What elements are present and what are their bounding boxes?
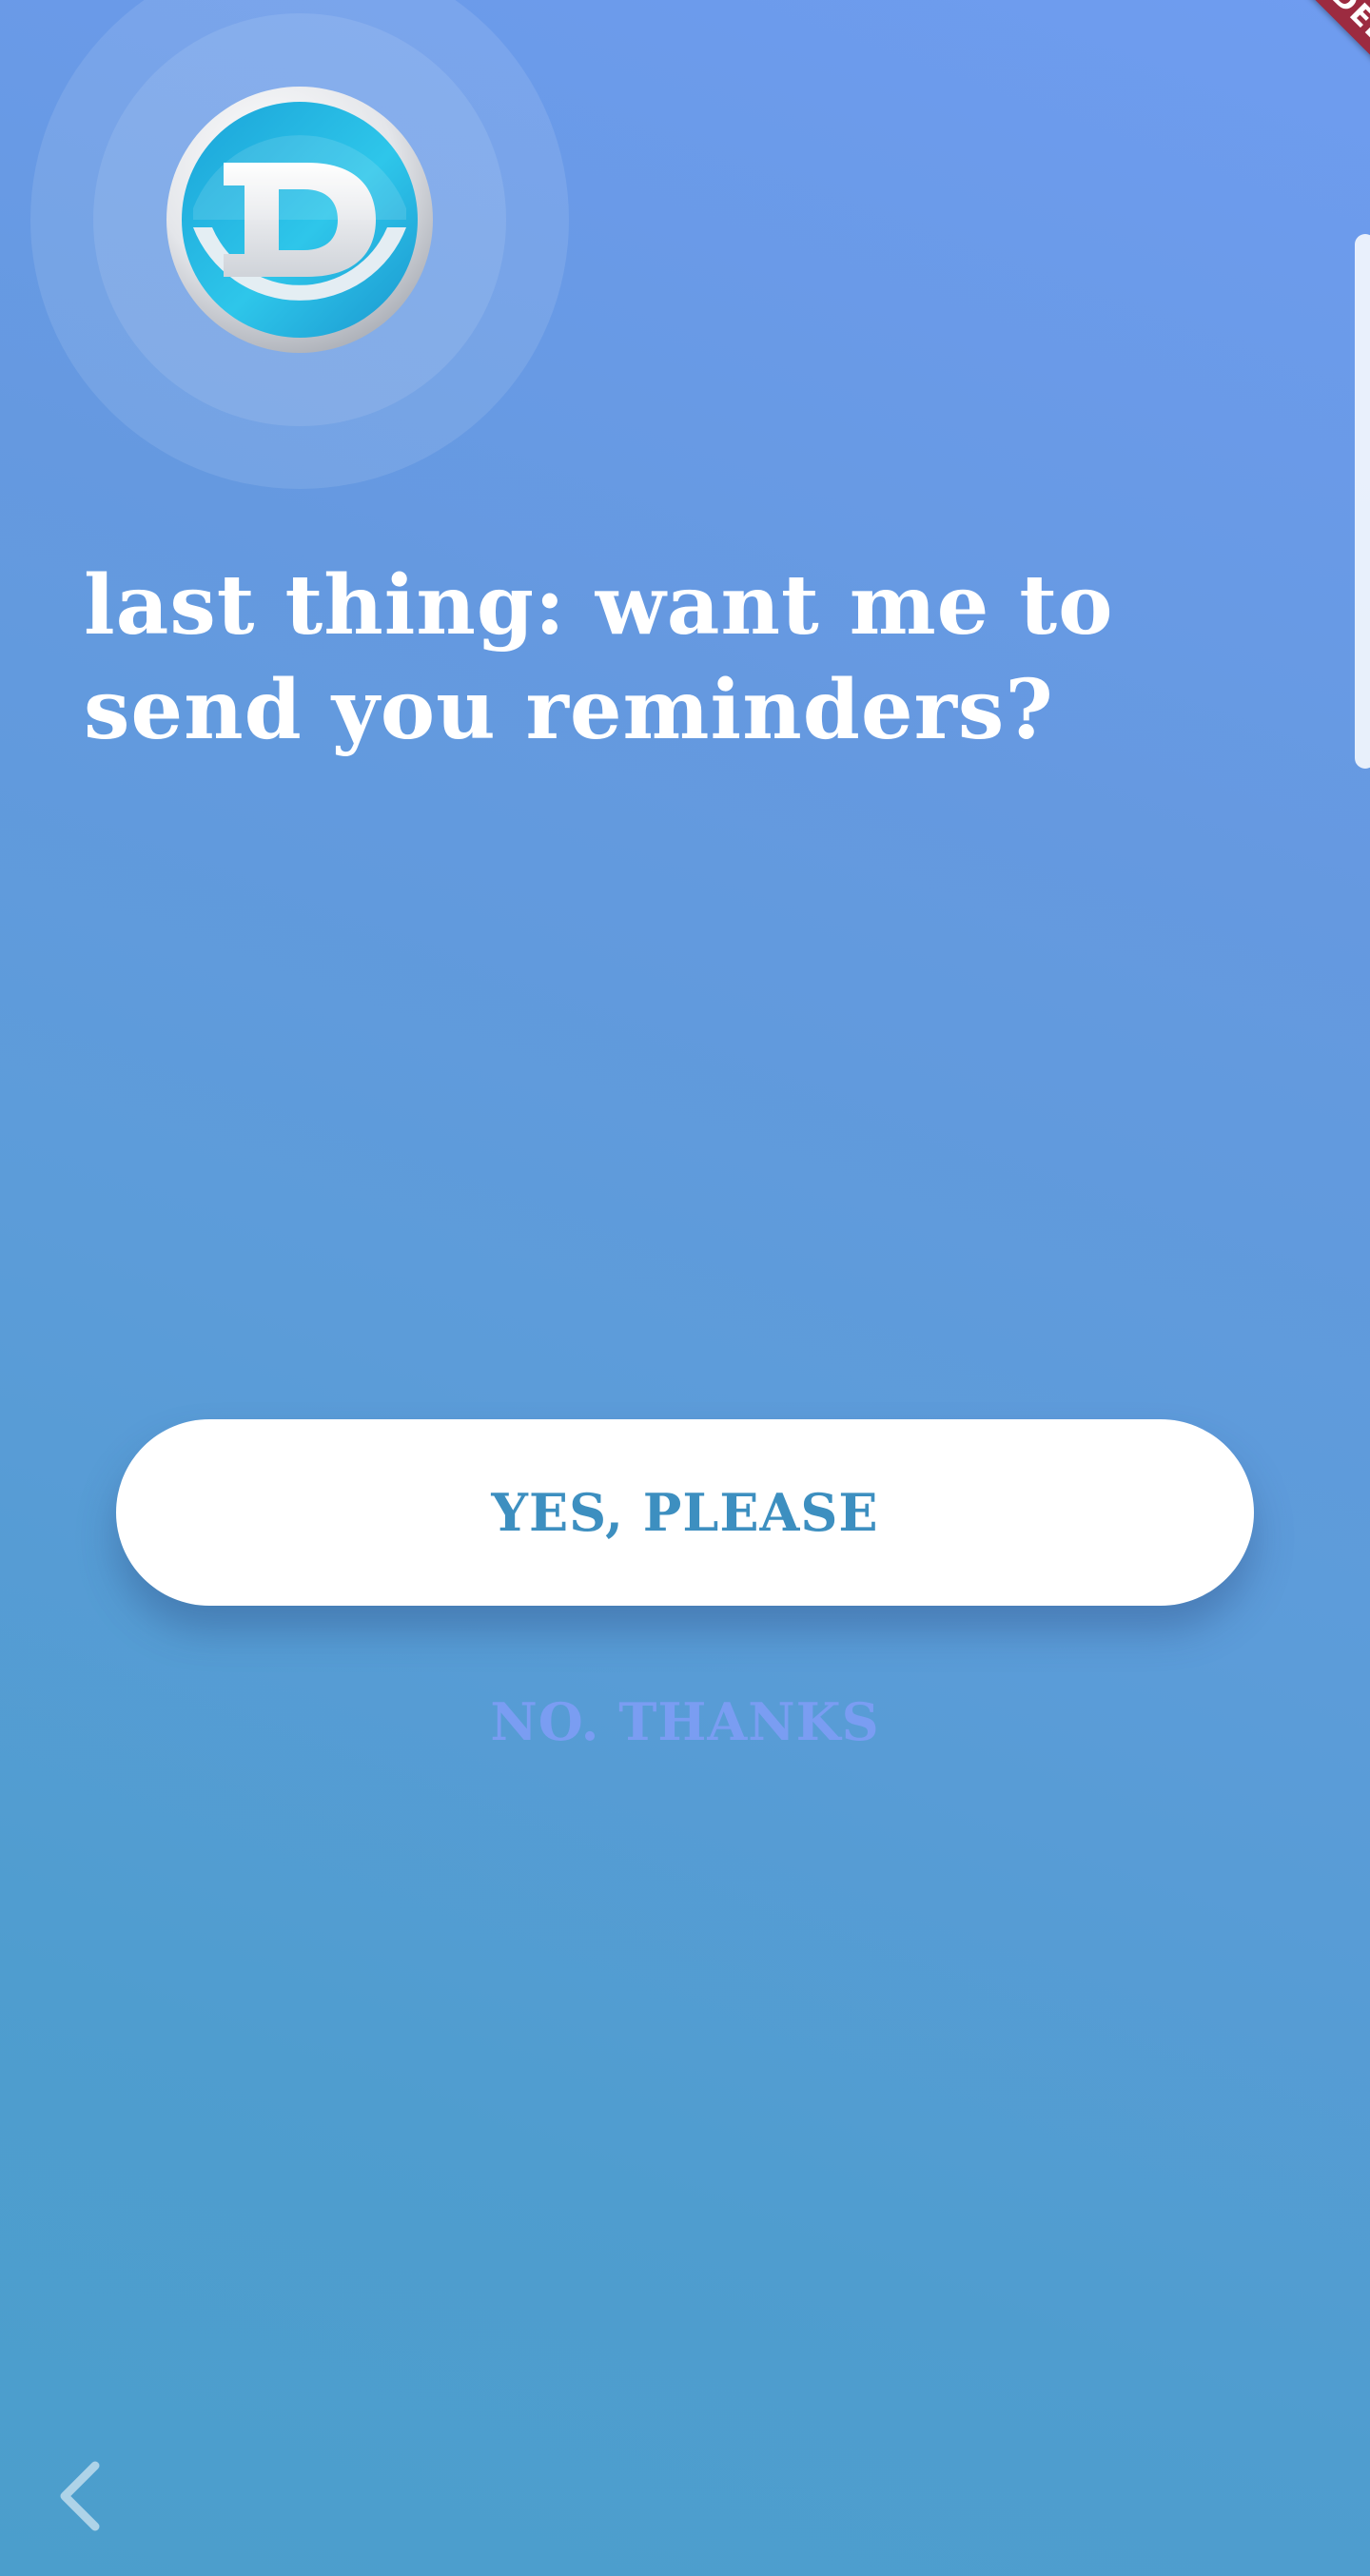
onboarding-screen: last thing: want me to send you reminder… bbox=[0, 0, 1370, 2576]
debug-ribbon: DEBUG bbox=[1218, 0, 1370, 152]
d-logo-icon bbox=[166, 87, 433, 353]
yes-please-button[interactable]: YES, PLEASE bbox=[116, 1419, 1254, 1606]
no-thanks-button[interactable]: NO. THANKS bbox=[400, 1684, 970, 1760]
back-button[interactable] bbox=[53, 2460, 110, 2532]
page-title: last thing: want me to send you reminder… bbox=[84, 557, 1114, 758]
scrollbar[interactable] bbox=[1355, 234, 1370, 769]
chevron-left-icon bbox=[60, 2461, 100, 2531]
debug-banner-label: DEBUG bbox=[1262, 0, 1370, 150]
